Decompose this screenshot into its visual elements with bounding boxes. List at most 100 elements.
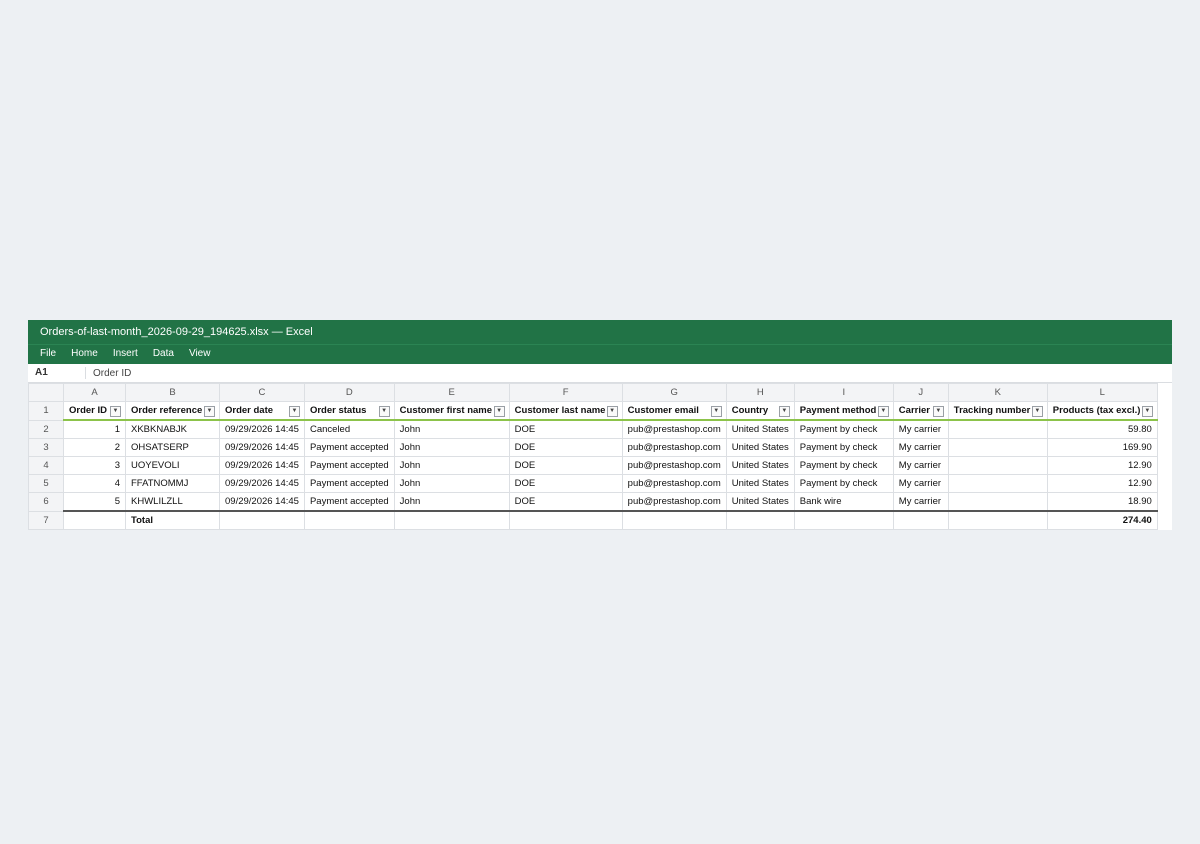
column-title[interactable]: Carrier ▼	[892, 401, 949, 421]
table-cell[interactable]: pub@prestashop.com	[621, 438, 727, 457]
table-cell[interactable]: Canceled	[303, 419, 395, 439]
filter-dropdown-icon[interactable]: ▼	[1141, 406, 1153, 417]
row-number[interactable]: 2	[28, 419, 64, 439]
table-cell[interactable]	[508, 510, 623, 530]
table-cell[interactable]: 09/29/2026 14:45	[219, 474, 305, 493]
table-cell[interactable]	[947, 510, 1048, 530]
table-cell[interactable]: Payment by check	[793, 474, 894, 493]
column-header-j[interactable]: J	[892, 383, 949, 402]
table-cell[interactable]: United States	[725, 474, 795, 493]
table-cell[interactable]: 18.90	[1046, 492, 1158, 512]
column-title[interactable]: Customer first name ▼	[393, 401, 510, 421]
column-title[interactable]: Order ID ▼	[63, 401, 126, 421]
table-cell[interactable]	[725, 510, 795, 530]
row-number[interactable]: 6	[28, 492, 64, 512]
filter-dropdown-icon[interactable]: ▼	[606, 406, 618, 417]
table-cell[interactable]: Payment accepted	[303, 438, 395, 457]
table-cell[interactable]: Payment by check	[793, 456, 894, 475]
filter-dropdown-icon[interactable]: ▼	[288, 406, 300, 417]
table-cell[interactable]: 3	[63, 456, 126, 475]
table-cell[interactable]: 12.90	[1046, 456, 1158, 475]
table-cell[interactable]: pub@prestashop.com	[621, 474, 727, 493]
menu-home[interactable]: Home	[71, 348, 98, 359]
table-cell[interactable]: UOYEVOLI	[125, 456, 220, 475]
table-cell[interactable]	[947, 474, 1048, 493]
table-cell[interactable]: 169.90	[1046, 438, 1158, 457]
filter-dropdown-icon[interactable]: ▼	[378, 406, 390, 417]
table-cell[interactable]: OHSATSERP	[125, 438, 220, 457]
table-cell[interactable]	[219, 510, 305, 530]
table-cell[interactable]: FFATNOMMJ	[125, 474, 220, 493]
table-cell[interactable]: John	[393, 419, 510, 439]
table-cell[interactable]	[947, 492, 1048, 512]
column-title[interactable]: Order status ▼	[303, 401, 395, 421]
menu-insert[interactable]: Insert	[113, 348, 138, 359]
table-cell[interactable]: Payment accepted	[303, 492, 395, 512]
table-cell[interactable]: 1	[63, 419, 126, 439]
table-cell[interactable]: pub@prestashop.com	[621, 492, 727, 512]
table-cell[interactable]: United States	[725, 438, 795, 457]
filter-dropdown-icon[interactable]: ▼	[493, 406, 505, 417]
column-header-l[interactable]: L	[1046, 383, 1158, 402]
table-cell[interactable]: United States	[725, 456, 795, 475]
table-cell[interactable]: My carrier	[892, 492, 949, 512]
table-cell[interactable]: DOE	[508, 474, 623, 493]
column-title[interactable]: Customer last name ▼	[508, 401, 623, 421]
table-cell[interactable]: United States	[725, 419, 795, 439]
total-value[interactable]: 274.40	[1046, 510, 1158, 530]
table-cell[interactable]: 2	[63, 438, 126, 457]
table-cell[interactable]	[393, 510, 510, 530]
table-cell[interactable]: Payment accepted	[303, 456, 395, 475]
column-header-k[interactable]: K	[947, 383, 1048, 402]
table-cell[interactable]: United States	[725, 492, 795, 512]
column-title[interactable]: Country ▼	[725, 401, 795, 421]
table-cell[interactable]: pub@prestashop.com	[621, 419, 727, 439]
table-cell[interactable]: 59.80	[1046, 419, 1158, 439]
table-cell[interactable]	[793, 510, 894, 530]
table-cell[interactable]: 09/29/2026 14:45	[219, 438, 305, 457]
column-header-g[interactable]: G	[621, 383, 727, 402]
table-cell[interactable]	[892, 510, 949, 530]
table-cell[interactable]: 09/29/2026 14:45	[219, 419, 305, 439]
filter-dropdown-icon[interactable]: ▼	[710, 406, 722, 417]
table-cell[interactable]: John	[393, 474, 510, 493]
table-cell[interactable]	[947, 456, 1048, 475]
table-cell[interactable]: KHWLILZLL	[125, 492, 220, 512]
table-cell[interactable]	[947, 438, 1048, 457]
total-label[interactable]: Total	[125, 510, 220, 530]
table-cell[interactable]: 12.90	[1046, 474, 1158, 493]
row-number[interactable]: 7	[28, 510, 64, 530]
menu-data[interactable]: Data	[153, 348, 174, 359]
table-cell[interactable]: Payment by check	[793, 419, 894, 439]
table-cell[interactable]	[303, 510, 395, 530]
menu-view[interactable]: View	[189, 348, 211, 359]
table-cell[interactable]: DOE	[508, 492, 623, 512]
formula-input[interactable]: Order ID	[86, 368, 131, 379]
table-cell[interactable]: My carrier	[892, 474, 949, 493]
column-header-a[interactable]: A	[63, 383, 126, 402]
row-number[interactable]: 5	[28, 474, 64, 493]
column-header-d[interactable]: D	[303, 383, 395, 402]
table-cell[interactable]: 4	[63, 474, 126, 493]
table-cell[interactable]: XKBKNABJK	[125, 419, 220, 439]
column-title[interactable]: Order reference ▼	[125, 401, 220, 421]
table-cell[interactable]: DOE	[508, 456, 623, 475]
row-number[interactable]: 4	[28, 456, 64, 475]
table-cell[interactable]: My carrier	[892, 438, 949, 457]
table-cell[interactable]	[621, 510, 727, 530]
select-all-corner[interactable]	[28, 383, 64, 402]
table-cell[interactable]: DOE	[508, 419, 623, 439]
column-title[interactable]: Products (tax excl.) ▼	[1046, 401, 1158, 421]
filter-dropdown-icon[interactable]: ▼	[204, 406, 215, 417]
column-header-f[interactable]: F	[508, 383, 623, 402]
table-cell[interactable]: DOE	[508, 438, 623, 457]
table-cell[interactable]: My carrier	[892, 456, 949, 475]
column-header-i[interactable]: I	[793, 383, 894, 402]
table-cell[interactable]: 09/29/2026 14:45	[219, 492, 305, 512]
row-number[interactable]: 1	[28, 401, 64, 421]
table-cell[interactable]: John	[393, 492, 510, 512]
table-cell[interactable]: 5	[63, 492, 126, 512]
name-box[interactable]: A1	[28, 367, 86, 379]
filter-dropdown-icon[interactable]: ▼	[778, 406, 790, 417]
filter-dropdown-icon[interactable]: ▼	[1031, 406, 1043, 417]
